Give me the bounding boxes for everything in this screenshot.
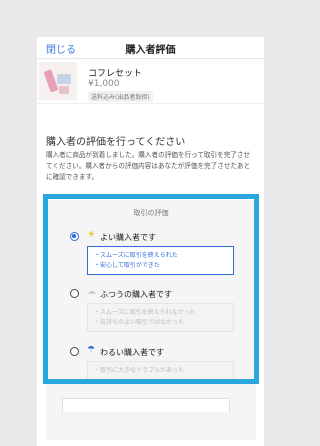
highlight-box xyxy=(43,194,259,384)
header: 閉じる 購入者評価 xyxy=(37,37,264,59)
product-summary: コフレセット ¥1,000 送料込み(出品者負担) xyxy=(37,59,264,104)
product-price: ¥1,000 xyxy=(88,79,120,89)
section-description: 購入者に商品が到着しました。購入者の評価を行って取引を完了させてください。購入者… xyxy=(46,151,251,181)
section-title: 購入者の評価を行ってください xyxy=(46,137,186,148)
comment-field[interactable] xyxy=(62,398,230,412)
shipping-badge: 送料込み(出品者負担) xyxy=(88,91,153,102)
page-title: 購入者評価 xyxy=(125,45,176,56)
product-name: コフレセット xyxy=(88,69,143,79)
product-thumbnail xyxy=(39,62,77,100)
